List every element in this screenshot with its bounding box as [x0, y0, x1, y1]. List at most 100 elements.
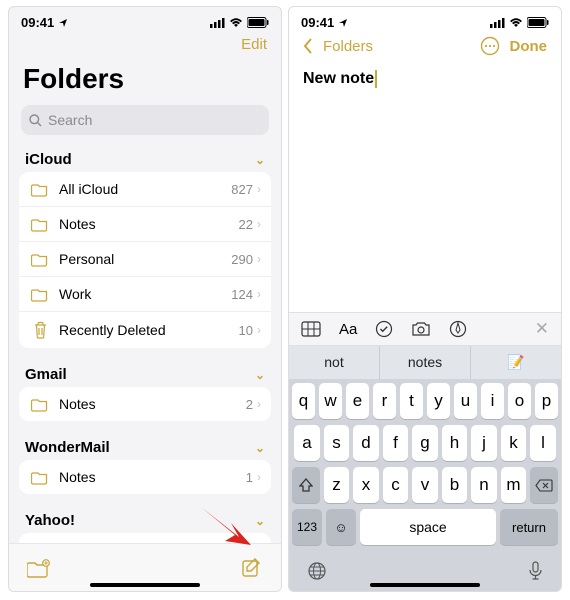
chevron-right-icon: ›: [257, 323, 261, 337]
key-m[interactable]: m: [501, 467, 527, 503]
status-bar: 09:41: [289, 7, 561, 32]
folder-row[interactable]: Notes2›: [19, 387, 271, 421]
key-g[interactable]: g: [412, 425, 438, 461]
key-n[interactable]: n: [471, 467, 497, 503]
key-k[interactable]: k: [501, 425, 527, 461]
folder-row[interactable]: Notes1›: [19, 460, 271, 494]
globe-key[interactable]: [307, 561, 327, 581]
folder-label: Recently Deleted: [51, 322, 239, 338]
more-button[interactable]: [480, 36, 500, 56]
suggestion-2[interactable]: notes: [380, 346, 471, 379]
battery-icon: [527, 17, 549, 28]
edit-button[interactable]: Edit: [241, 36, 267, 53]
key-u[interactable]: u: [454, 383, 477, 419]
format-button[interactable]: Aa: [339, 321, 357, 338]
folder-icon: [29, 470, 51, 485]
key-c[interactable]: c: [383, 467, 409, 503]
folder-row[interactable]: All iCloud827›: [19, 172, 271, 207]
search-icon: [29, 114, 42, 127]
folder-label: Notes: [51, 216, 239, 232]
key-i[interactable]: i: [481, 383, 504, 419]
folder-row[interactable]: Notes22›: [19, 207, 271, 242]
emoji-key[interactable]: ☺: [326, 509, 356, 545]
key-h[interactable]: h: [442, 425, 468, 461]
chevron-down-icon: ⌄: [255, 153, 265, 167]
key-s[interactable]: s: [324, 425, 350, 461]
key-f[interactable]: f: [383, 425, 409, 461]
section-name: Gmail: [25, 366, 67, 383]
home-indicator: [90, 583, 200, 587]
nav-bar: Folders Done: [289, 32, 561, 60]
shift-key[interactable]: [292, 467, 320, 503]
key-d[interactable]: d: [353, 425, 379, 461]
key-e[interactable]: e: [346, 383, 369, 419]
key-b[interactable]: b: [442, 467, 468, 503]
key-w[interactable]: w: [319, 383, 342, 419]
mic-icon: [528, 561, 543, 581]
cellular-icon: [490, 18, 505, 28]
close-toolbar-button[interactable]: ✕: [535, 319, 549, 339]
suggestion-1[interactable]: not: [289, 346, 380, 379]
numbers-key[interactable]: 123: [292, 509, 322, 545]
folder-count: 22: [239, 217, 257, 232]
section-header[interactable]: Gmail⌄: [9, 358, 281, 387]
backspace-key[interactable]: [530, 467, 558, 503]
done-button[interactable]: Done: [510, 38, 548, 55]
page-title: Folders: [9, 57, 281, 101]
status-time: 09:41: [301, 15, 334, 30]
folder-label: Personal: [51, 251, 231, 267]
compose-button[interactable]: [241, 557, 263, 579]
more-icon: [480, 36, 500, 56]
return-key[interactable]: return: [500, 509, 558, 545]
folder-icon: [29, 397, 51, 412]
cellular-icon: [210, 18, 225, 28]
search-input[interactable]: Search: [21, 105, 269, 135]
folder-icon: [29, 252, 51, 267]
folder-row[interactable]: Work124›: [19, 277, 271, 312]
space-key[interactable]: space: [360, 509, 496, 545]
dictation-key[interactable]: [528, 561, 543, 581]
folder-row[interactable]: Personal290›: [19, 242, 271, 277]
folder-count: 1: [246, 470, 257, 485]
key-j[interactable]: j: [471, 425, 497, 461]
markup-button[interactable]: [449, 320, 467, 338]
pen-circle-icon: [449, 320, 467, 338]
suggestion-3[interactable]: 📝: [471, 346, 561, 379]
keyboard: Aa ✕ not notes 📝 qwertyuiop asdfghjkl zx…: [289, 312, 561, 591]
text-cursor: [375, 70, 377, 88]
key-x[interactable]: x: [353, 467, 379, 503]
checkmark-circle-icon: [375, 320, 393, 338]
folder-count: 827: [231, 182, 257, 197]
key-q[interactable]: q: [292, 383, 315, 419]
folder-count: 124: [231, 287, 257, 302]
home-indicator: [370, 583, 480, 587]
note-title-text: New note: [303, 70, 374, 87]
key-a[interactable]: a: [294, 425, 320, 461]
key-v[interactable]: v: [412, 467, 438, 503]
table-button[interactable]: [301, 321, 321, 337]
new-folder-icon: [27, 558, 51, 578]
section-header[interactable]: iCloud⌄: [9, 143, 281, 172]
section-header[interactable]: WonderMail⌄: [9, 431, 281, 460]
key-z[interactable]: z: [324, 467, 350, 503]
key-l[interactable]: l: [530, 425, 556, 461]
globe-icon: [307, 561, 327, 581]
folder-list: Notes1›: [19, 460, 271, 494]
key-t[interactable]: t: [400, 383, 423, 419]
key-r[interactable]: r: [373, 383, 396, 419]
wifi-icon: [509, 18, 523, 28]
new-folder-button[interactable]: [27, 558, 51, 578]
folder-row[interactable]: Recently Deleted10›: [19, 312, 271, 348]
key-p[interactable]: p: [535, 383, 558, 419]
annotation-arrow: [199, 505, 253, 553]
key-y[interactable]: y: [427, 383, 450, 419]
note-title[interactable]: New note: [289, 60, 561, 98]
chevron-right-icon: ›: [257, 287, 261, 301]
checklist-button[interactable]: [375, 320, 393, 338]
back-button[interactable]: Folders: [303, 38, 373, 55]
key-o[interactable]: o: [508, 383, 531, 419]
status-time: 09:41: [21, 15, 54, 30]
camera-button[interactable]: [411, 321, 431, 337]
suggestions-bar: not notes 📝: [289, 346, 561, 379]
battery-icon: [247, 17, 269, 28]
